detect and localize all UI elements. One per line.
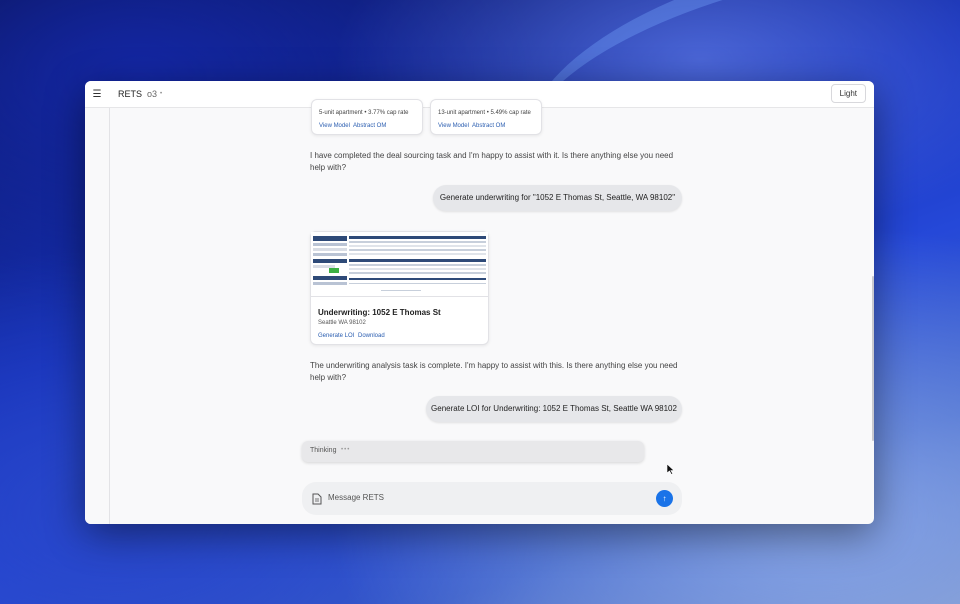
view-model-link[interactable]: View Model bbox=[438, 123, 469, 129]
generate-loi-link[interactable]: Generate LOI bbox=[318, 333, 354, 339]
document-icon[interactable] bbox=[312, 492, 322, 510]
underwriting-card-subtitle: Seattle WA 98102 bbox=[318, 320, 366, 326]
assistant-message: I have completed the deal sourcing task … bbox=[310, 150, 690, 174]
underwriting-card-title: Underwriting: 1052 E Thomas St bbox=[318, 308, 441, 317]
spreadsheet-thumbnail bbox=[311, 232, 488, 297]
spreadsheet-preview-image bbox=[311, 232, 488, 296]
underwriting-card[interactable]: Underwriting: 1052 E Thomas St Seattle W… bbox=[310, 231, 489, 345]
model-selector[interactable]: o3 bbox=[147, 89, 157, 99]
download-link[interactable]: Download bbox=[358, 333, 385, 339]
abstract-om-link[interactable]: Abstract OM bbox=[472, 123, 505, 129]
assistant-message-line: I have completed the deal sourcing task … bbox=[310, 151, 674, 160]
deal-card: 13-unit apartment • 5.49% cap rate View … bbox=[430, 99, 542, 135]
sidebar-rail bbox=[85, 108, 110, 524]
assistant-message-line: help with? bbox=[310, 373, 347, 382]
message-input[interactable]: Message RETS bbox=[328, 493, 384, 502]
abstract-om-link[interactable]: Abstract OM bbox=[353, 123, 386, 129]
model-dropdown-indicator[interactable]: • bbox=[160, 91, 162, 97]
app-title: RETS bbox=[118, 89, 143, 99]
view-model-link[interactable]: View Model bbox=[319, 123, 350, 129]
scrollbar[interactable] bbox=[872, 276, 874, 441]
theme-toggle-button[interactable]: Light bbox=[830, 84, 866, 103]
assistant-message-line: The underwriting analysis task is comple… bbox=[310, 361, 678, 370]
mouse-cursor-icon bbox=[667, 464, 675, 475]
hamburger-menu-icon[interactable]: ☰ bbox=[85, 89, 109, 100]
user-message: Generate LOI for Underwriting: 1052 E Th… bbox=[426, 396, 682, 422]
assistant-message: The underwriting analysis task is comple… bbox=[310, 360, 690, 384]
arrow-up-icon: ↑ bbox=[662, 494, 667, 503]
thinking-dots: ••• bbox=[341, 447, 351, 453]
app-window: ☰ RETS o3 • Light 5-unit apartment • 3.7… bbox=[85, 81, 874, 524]
send-button[interactable]: ↑ bbox=[656, 490, 673, 507]
deal-card: 5-unit apartment • 3.77% cap rate View M… bbox=[311, 99, 423, 135]
deal-card-description: 13-unit apartment • 5.49% cap rate bbox=[438, 110, 531, 116]
thinking-indicator: Thinking ••• bbox=[302, 441, 644, 462]
user-message: Generate underwriting for "1052 E Thomas… bbox=[433, 185, 682, 211]
deal-card-description: 5-unit apartment • 3.77% cap rate bbox=[319, 110, 409, 116]
message-composer: Message RETS ↑ bbox=[302, 482, 682, 515]
assistant-message-line: help with? bbox=[310, 163, 347, 172]
thinking-label: Thinking bbox=[310, 447, 337, 454]
